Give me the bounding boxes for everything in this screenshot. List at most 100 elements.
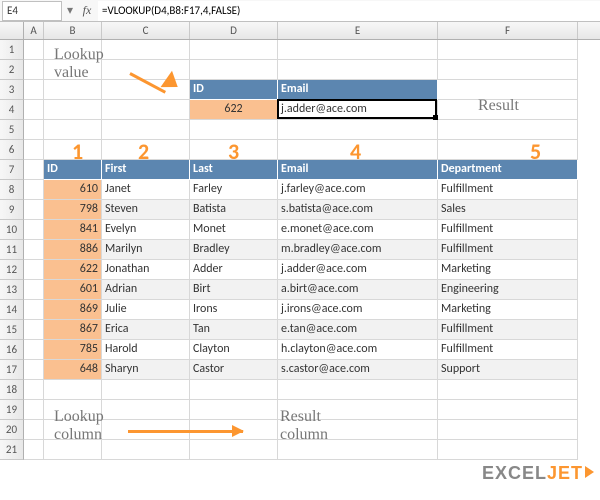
row-header-12[interactable]: 12 xyxy=(0,260,24,280)
cell-D16[interactable]: Clayton xyxy=(190,340,278,360)
cell-E4[interactable]: j.adder@ace.com xyxy=(278,100,438,120)
cell-F14[interactable]: Marketing xyxy=(438,300,578,320)
cell-C20[interactable] xyxy=(102,420,190,440)
cell-B10[interactable]: 841 xyxy=(44,220,102,240)
cell-D15[interactable]: Tan xyxy=(190,320,278,340)
cell-F20[interactable] xyxy=(438,420,578,440)
cell-B4[interactable] xyxy=(44,100,102,120)
cell-E5[interactable] xyxy=(278,120,438,140)
cell-A6[interactable] xyxy=(24,140,44,160)
cell-D20[interactable] xyxy=(190,420,278,440)
cell-A13[interactable] xyxy=(24,280,44,300)
cell-D9[interactable]: Batista xyxy=(190,200,278,220)
cell-F12[interactable]: Marketing xyxy=(438,260,578,280)
cell-C17[interactable]: Sharyn xyxy=(102,360,190,380)
row-header-9[interactable]: 9 xyxy=(0,200,24,220)
cell-A1[interactable] xyxy=(24,40,44,60)
cell-E7[interactable]: Email xyxy=(278,160,438,180)
name-box[interactable]: E4 xyxy=(2,1,62,21)
cell-A5[interactable] xyxy=(24,120,44,140)
cell-F21[interactable] xyxy=(438,440,578,460)
row-header-2[interactable]: 2 xyxy=(0,60,24,80)
row-header-11[interactable]: 11 xyxy=(0,240,24,260)
formula-input[interactable] xyxy=(98,1,600,21)
cell-F9[interactable]: Sales xyxy=(438,200,578,220)
cell-C18[interactable] xyxy=(102,380,190,400)
cell-F7[interactable]: Department xyxy=(438,160,578,180)
cell-D17[interactable]: Castor xyxy=(190,360,278,380)
cell-A15[interactable] xyxy=(24,320,44,340)
row-header-19[interactable]: 19 xyxy=(0,400,24,420)
cell-B17[interactable]: 648 xyxy=(44,360,102,380)
cell-E8[interactable]: j.farley@ace.com xyxy=(278,180,438,200)
cell-B21[interactable] xyxy=(44,440,102,460)
cell-C5[interactable] xyxy=(102,120,190,140)
cell-C7[interactable]: First xyxy=(102,160,190,180)
cell-F2[interactable] xyxy=(438,60,578,80)
cell-D21[interactable] xyxy=(190,440,278,460)
cell-C9[interactable]: Steven xyxy=(102,200,190,220)
cell-D13[interactable]: Birt xyxy=(190,280,278,300)
cell-F18[interactable] xyxy=(438,380,578,400)
row-header-3[interactable]: 3 xyxy=(0,80,24,100)
cell-E6[interactable] xyxy=(278,140,438,160)
cell-F3[interactable] xyxy=(438,80,578,100)
cell-C19[interactable] xyxy=(102,400,190,420)
cell-D11[interactable]: Bradley xyxy=(190,240,278,260)
cell-B18[interactable] xyxy=(44,380,102,400)
cell-B14[interactable]: 869 xyxy=(44,300,102,320)
row-header-21[interactable]: 21 xyxy=(0,440,24,460)
cell-E12[interactable]: j.adder@ace.com xyxy=(278,260,438,280)
cell-A19[interactable] xyxy=(24,400,44,420)
cell-B12[interactable]: 622 xyxy=(44,260,102,280)
row-header-15[interactable]: 15 xyxy=(0,320,24,340)
cell-F6[interactable] xyxy=(438,140,578,160)
row-header-20[interactable]: 20 xyxy=(0,420,24,440)
cell-D12[interactable]: Adder xyxy=(190,260,278,280)
row-header-13[interactable]: 13 xyxy=(0,280,24,300)
cell-E20[interactable] xyxy=(278,420,438,440)
col-header-B[interactable]: B xyxy=(44,22,102,39)
cell-C11[interactable]: Marilyn xyxy=(102,240,190,260)
cell-E19[interactable] xyxy=(278,400,438,420)
row-header-14[interactable]: 14 xyxy=(0,300,24,320)
cell-D7[interactable]: Last xyxy=(190,160,278,180)
cell-C1[interactable] xyxy=(102,40,190,60)
row-header-17[interactable]: 17 xyxy=(0,360,24,380)
cell-D6[interactable] xyxy=(190,140,278,160)
col-header-A[interactable]: A xyxy=(24,22,44,39)
cell-F1[interactable] xyxy=(438,40,578,60)
cell-B13[interactable]: 601 xyxy=(44,280,102,300)
cell-F19[interactable] xyxy=(438,400,578,420)
row-header-1[interactable]: 1 xyxy=(0,40,24,60)
cell-A10[interactable] xyxy=(24,220,44,240)
cell-C8[interactable]: Janet xyxy=(102,180,190,200)
row-header-4[interactable]: 4 xyxy=(0,100,24,120)
cell-A11[interactable] xyxy=(24,240,44,260)
insert-function-icon[interactable] xyxy=(76,1,98,21)
row-header-8[interactable]: 8 xyxy=(0,180,24,200)
col-header-E[interactable]: E xyxy=(278,22,438,39)
cell-A17[interactable] xyxy=(24,360,44,380)
cell-E17[interactable]: s.castor@ace.com xyxy=(278,360,438,380)
row-header-7[interactable]: 7 xyxy=(0,160,24,180)
cell-A21[interactable] xyxy=(24,440,44,460)
cell-D14[interactable]: Irons xyxy=(190,300,278,320)
cell-D3[interactable]: ID xyxy=(190,80,278,100)
cell-E1[interactable] xyxy=(278,40,438,60)
cell-B1[interactable] xyxy=(44,40,102,60)
cell-F8[interactable]: Fulfillment xyxy=(438,180,578,200)
cell-D2[interactable] xyxy=(190,60,278,80)
cell-A20[interactable] xyxy=(24,420,44,440)
cell-C16[interactable]: Harold xyxy=(102,340,190,360)
cell-E11[interactable]: m.bradley@ace.com xyxy=(278,240,438,260)
col-header-F[interactable]: F xyxy=(438,22,578,39)
cell-A3[interactable] xyxy=(24,80,44,100)
cell-E21[interactable] xyxy=(278,440,438,460)
cell-A7[interactable] xyxy=(24,160,44,180)
cell-F10[interactable]: Fulfillment xyxy=(438,220,578,240)
cell-E3[interactable]: Email xyxy=(278,80,438,100)
cell-F5[interactable] xyxy=(438,120,578,140)
cell-A4[interactable] xyxy=(24,100,44,120)
cell-B15[interactable]: 867 xyxy=(44,320,102,340)
